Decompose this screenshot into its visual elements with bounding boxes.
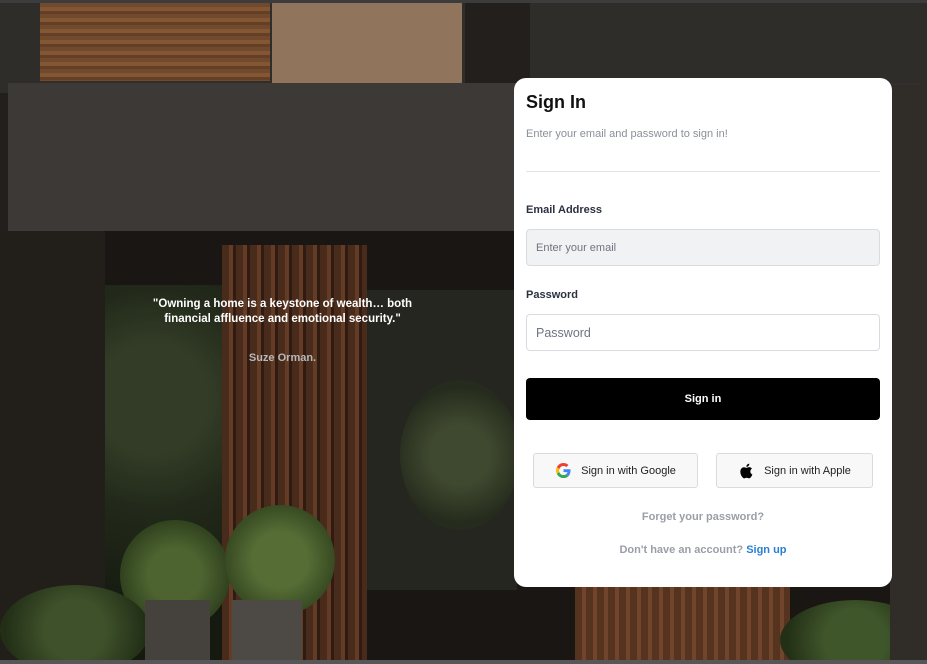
- sign-in-card: Sign In Enter your email and password to…: [514, 78, 892, 587]
- email-label: Email Address: [526, 204, 603, 216]
- apple-icon: [738, 463, 754, 479]
- page-title: Sign In: [526, 92, 586, 112]
- password-field[interactable]: [526, 314, 880, 351]
- signup-row: Don't have an account? Sign up: [514, 544, 892, 556]
- google-sign-in-label: Sign in with Google: [581, 464, 676, 477]
- forgot-password-link[interactable]: Forget your password?: [514, 511, 892, 523]
- email-field[interactable]: [526, 229, 880, 266]
- signup-prompt: Don't have an account?: [619, 544, 744, 556]
- hero-quote-author: Suze Orman.: [248, 352, 317, 364]
- sign-in-button[interactable]: Sign in: [526, 378, 880, 420]
- page-subtitle: Enter your email and password to sign in…: [526, 128, 728, 140]
- hero-quote: "Owning a home is a keystone of wealth… …: [152, 298, 413, 325]
- apple-sign-in-button[interactable]: Sign in with Apple: [716, 453, 873, 488]
- password-label: Password: [526, 289, 578, 301]
- google-sign-in-button[interactable]: Sign in with Google: [533, 453, 698, 488]
- google-icon: [555, 463, 571, 479]
- sign-up-link[interactable]: Sign up: [746, 544, 786, 556]
- divider: [526, 171, 880, 172]
- apple-sign-in-label: Sign in with Apple: [764, 464, 851, 477]
